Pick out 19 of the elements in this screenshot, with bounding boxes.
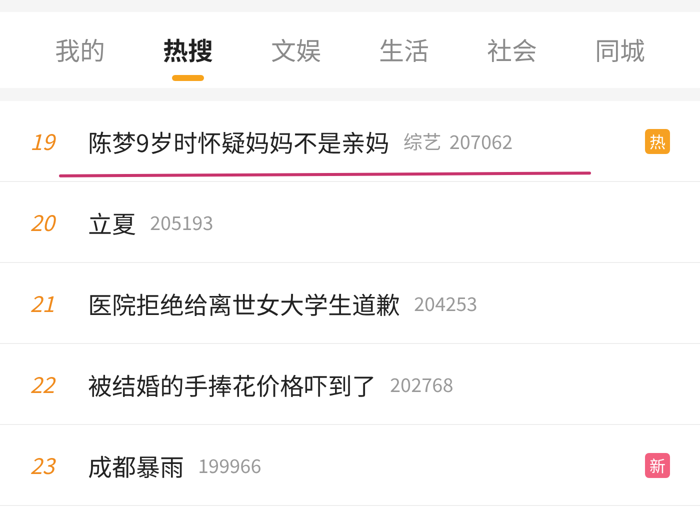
topic-title[interactable]: 立夏	[88, 204, 136, 240]
search-count: 207062	[449, 128, 513, 154]
topic-title[interactable]: 陈梦9岁时怀疑妈妈不是亲妈	[88, 124, 390, 158]
topic-badge: 热	[645, 128, 670, 154]
topic-title[interactable]: 医院拒绝给离世女大学生道歉	[88, 286, 400, 320]
category-tab[interactable]: 热搜	[134, 12, 242, 88]
rank-number: 23	[30, 449, 57, 481]
search-count: 199966	[198, 452, 262, 478]
rank-number: 20	[30, 206, 57, 238]
topic-title[interactable]: 成都暴雨	[88, 448, 184, 482]
topic-badge: 新	[645, 452, 670, 478]
search-count: 205193	[150, 208, 214, 236]
rank-number: 22	[30, 368, 56, 400]
rank-number: 21	[30, 287, 56, 319]
rank-number: 19	[30, 125, 57, 157]
category-label: 综艺	[403, 128, 442, 154]
search-count: 202768	[390, 370, 454, 398]
search-count: 204253	[414, 290, 478, 316]
topic-title[interactable]: 被结婚的手捧花价格吓到了	[88, 366, 376, 402]
